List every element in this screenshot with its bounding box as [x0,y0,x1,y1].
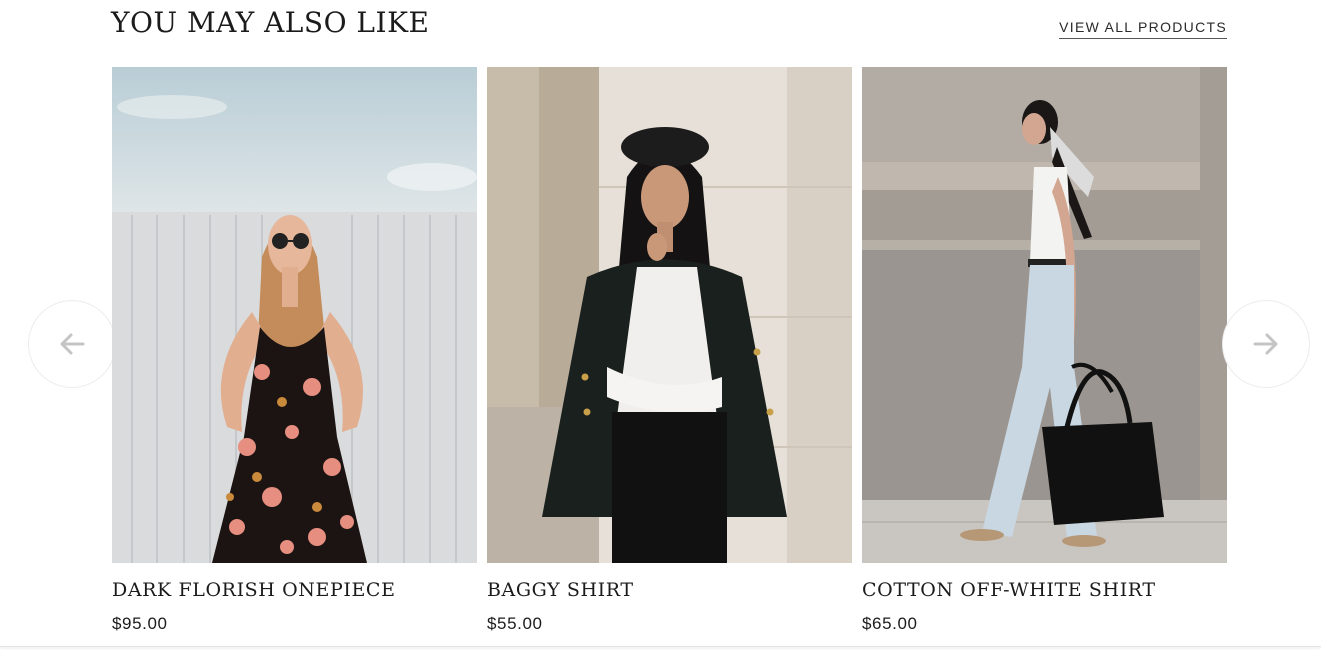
product-image[interactable] [487,67,852,563]
product-card[interactable]: BAGGY SHIRT $55.00 [487,67,852,634]
arrow-left-icon [60,333,85,355]
product-price: $55.00 [487,614,543,633]
view-all-products-link[interactable]: VIEW ALL PRODUCTS [1059,19,1227,39]
product-image[interactable] [862,67,1227,563]
product-carousel: DARK FLORISH ONEPIECE $95.00 BAGGY SHIRT… [112,67,1227,647]
related-products-section: YOU MAY ALSO LIKE VIEW ALL PRODUCTS DARK… [0,0,1321,647]
product-name[interactable]: BAGGY SHIRT [487,579,852,601]
product-card[interactable]: COTTON OFF-WHITE SHIRT $65.00 [862,67,1227,634]
carousel-prev-button[interactable] [28,300,116,388]
product-name[interactable]: COTTON OFF-WHITE SHIRT [862,579,1227,601]
product-card[interactable]: DARK FLORISH ONEPIECE $95.00 [112,67,477,634]
arrow-right-icon [1253,333,1278,355]
product-price: $95.00 [112,614,168,633]
carousel-next-button[interactable] [1222,300,1310,388]
product-image[interactable] [112,67,477,563]
section-title: YOU MAY ALSO LIKE [111,6,430,39]
product-price: $65.00 [862,614,918,633]
product-name[interactable]: DARK FLORISH ONEPIECE [112,579,477,601]
